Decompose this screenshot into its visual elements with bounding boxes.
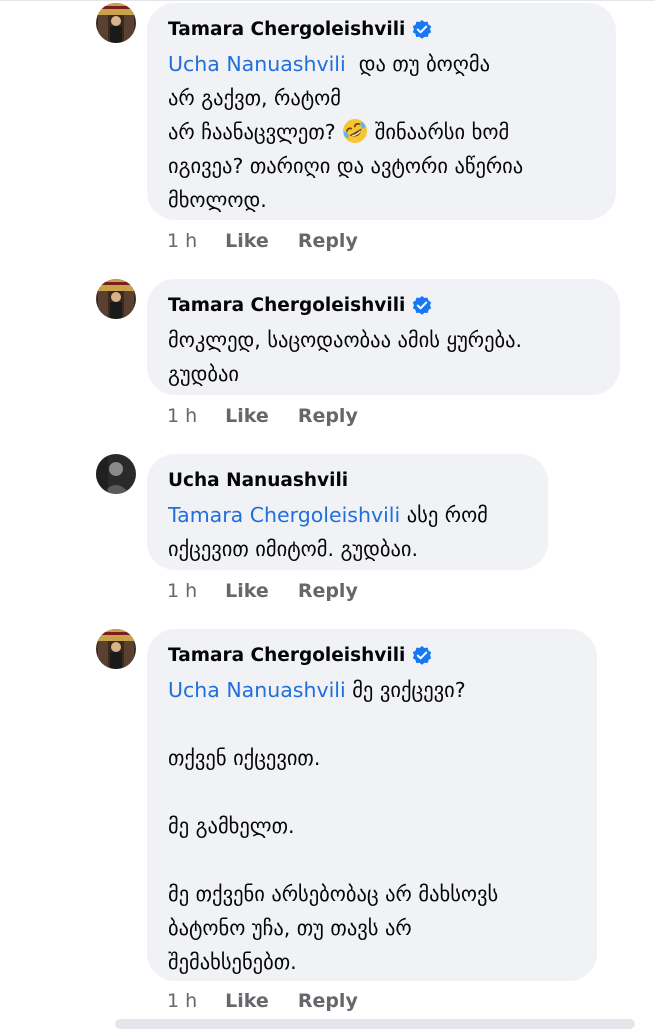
text-line: ბატონო უჩა, თუ თავს არ — [168, 916, 412, 940]
reply-button[interactable]: Reply — [298, 230, 358, 252]
text-line: მე გამხელთ. — [168, 814, 295, 838]
comment-text: Ucha Nanuashvili და თუ ბოღმა არ გაქვთ, რ… — [168, 47, 595, 217]
text-line: იქცევით იმიტომ. გუდბაი. — [168, 537, 419, 561]
like-button[interactable]: Like — [225, 405, 269, 427]
author-label[interactable]: Ucha Nanuashvili — [168, 468, 348, 494]
text-line: გუდბაი — [168, 362, 240, 386]
comment-bubble: Ucha Nanuashvili Tamara Chergoleishvili … — [147, 454, 548, 570]
like-button[interactable]: Like — [225, 230, 269, 252]
text-line: და თუ ბოღმა — [358, 52, 491, 76]
verified-badge-icon — [413, 646, 432, 665]
author-name: Tamara Chergoleishvili — [168, 17, 595, 43]
author-label[interactable]: Tamara Chergoleishvili — [168, 17, 405, 43]
comment-bubble: Tamara Chergoleishvili მოკლედ, საცოდაობა… — [147, 279, 620, 395]
next-comment-edge — [115, 1019, 635, 1029]
like-button[interactable]: Like — [225, 580, 269, 602]
timestamp[interactable]: 1 h — [167, 230, 197, 252]
text-line: არ გაქვთ, რატომ — [168, 86, 341, 110]
comment-text: Tamara Chergoleishvili ასე რომ იქცევით ი… — [168, 498, 527, 566]
comment-text: მოკლედ, საცოდაობაა ამის ყურება. გუდბაი — [168, 323, 599, 391]
text-line: მხოლოდ. — [168, 188, 267, 212]
timestamp[interactable]: 1 h — [167, 990, 197, 1012]
text-line: მე ვიქცევი? — [352, 678, 466, 702]
comment-actions: 1 h Like Reply — [167, 405, 358, 427]
timestamp[interactable]: 1 h — [167, 580, 197, 602]
comment-actions: 1 h Like Reply — [167, 580, 358, 602]
text-line: იგივეა? თარიღი და ავტორი აწერია — [168, 154, 524, 178]
author-label[interactable]: Tamara Chergoleishvili — [168, 293, 405, 319]
avatar[interactable] — [96, 279, 136, 319]
avatar[interactable] — [96, 3, 136, 43]
text-line: შემახსენებთ. — [168, 950, 297, 974]
comment-actions: 1 h Like Reply — [167, 990, 358, 1012]
verified-badge-icon — [413, 296, 432, 315]
text-line: არ ჩაანაცვლეთ? — [168, 120, 336, 144]
avatar[interactable] — [96, 454, 136, 494]
text-line: მე თქვენი არსებობაც არ მახსოვს — [168, 882, 499, 906]
text-line: ასე რომ — [406, 503, 488, 527]
mention-link[interactable]: Tamara Chergoleishvili — [168, 503, 400, 527]
mention-link[interactable]: Ucha Nanuashvili — [168, 52, 346, 76]
timestamp[interactable]: 1 h — [167, 405, 197, 427]
comment-text: Ucha Nanuashvili მე ვიქცევი? თქვენ იქცევ… — [168, 673, 576, 979]
reply-button[interactable]: Reply — [298, 990, 358, 1012]
text-line: მოკლედ, საცოდაობაა ამის ყურება. — [168, 328, 523, 352]
author-label[interactable]: Tamara Chergoleishvili — [168, 643, 405, 669]
verified-badge-icon — [413, 20, 432, 39]
avatar[interactable] — [96, 629, 136, 669]
rolling-on-floor-laughing-emoji-icon — [343, 119, 368, 143]
like-button[interactable]: Like — [225, 990, 269, 1012]
mention-link[interactable]: Ucha Nanuashvili — [168, 678, 346, 702]
text-line: შინაარსი ხომ — [374, 120, 510, 144]
reply-button[interactable]: Reply — [298, 580, 358, 602]
reply-button[interactable]: Reply — [298, 405, 358, 427]
author-name: Tamara Chergoleishvili — [168, 643, 576, 669]
author-name: Tamara Chergoleishvili — [168, 293, 599, 319]
comment-actions: 1 h Like Reply — [167, 230, 358, 252]
comment-bubble: Tamara Chergoleishvili Ucha Nanuashvili … — [147, 629, 597, 981]
author-name: Ucha Nanuashvili — [168, 468, 527, 494]
text-line: თქვენ იქცევით. — [168, 746, 321, 770]
comment-bubble: Tamara Chergoleishvili Ucha Nanuashvili … — [147, 3, 616, 220]
